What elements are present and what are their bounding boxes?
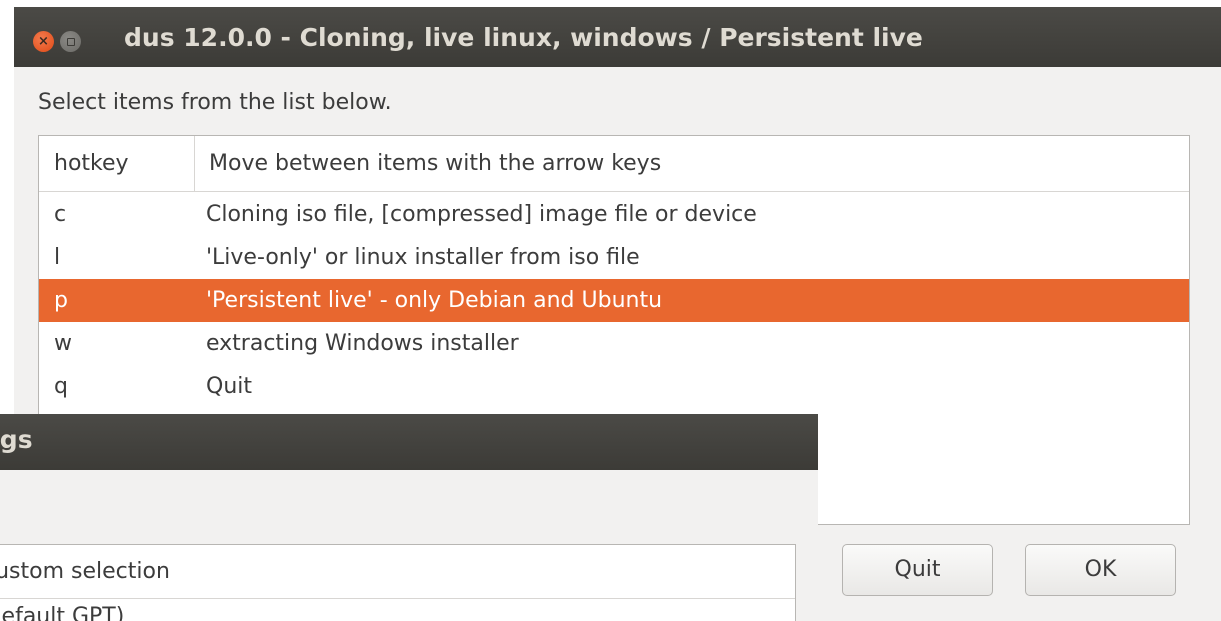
list-item-l[interactable]: l 'Live-only' or linux installer from is… <box>39 236 1189 279</box>
row-description: 'Live-only' or linux installer from iso … <box>206 245 640 270</box>
row-description: Quit <box>206 374 252 399</box>
row-hotkey: l <box>54 245 61 270</box>
row-description: Cloning iso file, [compressed] image fil… <box>206 202 757 227</box>
row-description: 'Persistent live' - only Debian and Ubun… <box>206 288 663 313</box>
column-header-description[interactable]: Move between items with the arrow keys <box>209 136 661 191</box>
settings-titlebar[interactable]: ngs <box>0 414 818 470</box>
minimize-icon[interactable] <box>60 31 81 52</box>
instructions-label: Select items from the list below. <box>38 90 392 115</box>
settings-list[interactable]: custom selection (default GPT) <box>0 544 796 621</box>
quit-button[interactable]: Quit <box>842 544 993 596</box>
settings-dialog: ngs custom selection (default GPT) <box>0 414 818 621</box>
list-item-w[interactable]: w extracting Windows installer <box>39 322 1189 365</box>
ok-button[interactable]: OK <box>1025 544 1176 596</box>
list-item-q[interactable]: q Quit <box>39 365 1189 408</box>
list-item-custom-selection[interactable]: custom selection <box>0 545 795 599</box>
list-item-default-gpt[interactable]: (default GPT) <box>0 597 124 621</box>
row-hotkey: c <box>54 202 67 227</box>
main-titlebar[interactable]: × dus 12.0.0 - Cloning, live linux, wind… <box>14 7 1221 67</box>
window-title: dus 12.0.0 - Cloning, live linux, window… <box>124 23 923 52</box>
list-item-p[interactable]: p 'Persistent live' - only Debian and Ub… <box>39 279 1189 322</box>
column-header-hotkey[interactable]: hotkey <box>39 136 195 191</box>
list-item-c[interactable]: c Cloning iso file, [compressed] image f… <box>39 193 1189 236</box>
list-item-label: custom selection <box>0 559 170 584</box>
close-icon[interactable]: × <box>33 31 54 52</box>
row-hotkey: q <box>54 374 68 399</box>
settings-window-title: ngs <box>0 425 33 454</box>
row-hotkey: w <box>54 331 72 356</box>
row-description: extracting Windows installer <box>206 331 519 356</box>
list-header: hotkey Move between items with the arrow… <box>39 136 1189 192</box>
row-hotkey: p <box>54 288 68 313</box>
